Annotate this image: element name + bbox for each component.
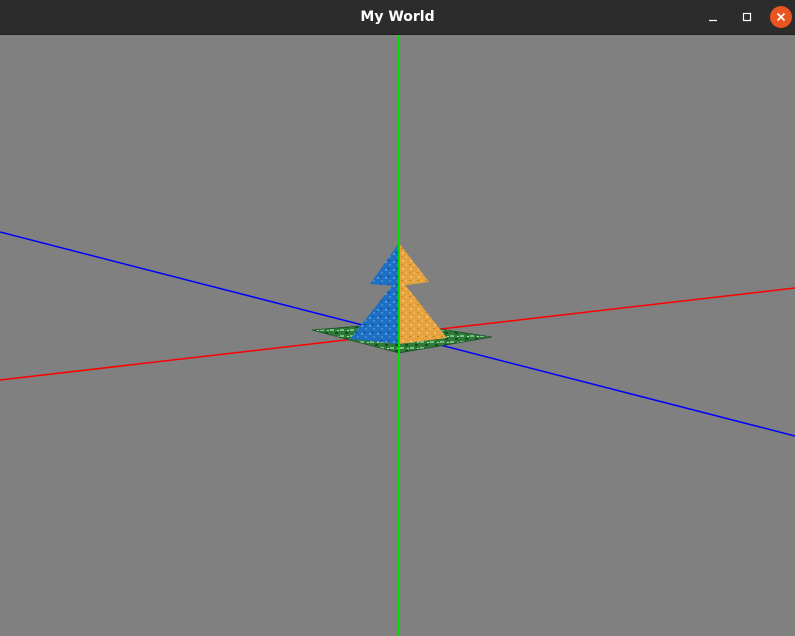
close-icon <box>776 12 786 22</box>
3d-viewport[interactable] <box>0 35 795 636</box>
tree-lower-right-face <box>399 277 447 344</box>
close-button[interactable] <box>770 6 792 28</box>
window-title: My World <box>360 9 435 25</box>
maximize-icon <box>742 12 752 22</box>
scene-canvas[interactable] <box>0 35 795 636</box>
tree-lower-left-face <box>350 277 399 344</box>
app-window: My World <box>0 0 795 636</box>
minimize-icon <box>709 19 717 22</box>
minimize-button[interactable] <box>702 6 724 28</box>
tree-upper-right-face <box>399 243 429 286</box>
tree-upper-left-face <box>370 243 399 286</box>
title-bar[interactable]: My World <box>0 0 795 35</box>
maximize-button[interactable] <box>736 6 758 28</box>
